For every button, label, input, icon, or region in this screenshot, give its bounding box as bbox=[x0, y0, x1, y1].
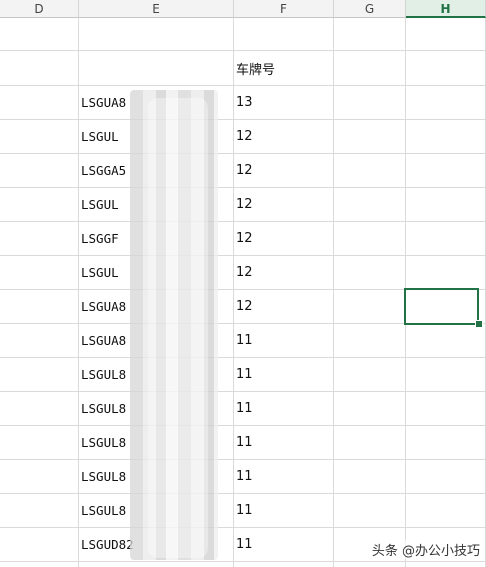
column-header-g[interactable]: G bbox=[334, 0, 406, 18]
plate-count-cell[interactable]: 12 bbox=[234, 222, 333, 255]
plate-count-cell[interactable]: 12 bbox=[234, 154, 333, 187]
plate-count-cell[interactable]: 11 bbox=[234, 324, 333, 357]
plate-count-cell[interactable]: 12 bbox=[234, 290, 333, 323]
selected-cell-outline[interactable] bbox=[404, 288, 479, 325]
grid-line bbox=[0, 561, 486, 562]
plate-count-cell[interactable]: 12 bbox=[234, 188, 333, 221]
plate-count-cell[interactable]: 11 bbox=[234, 460, 333, 493]
plate-count-cell[interactable]: 11 bbox=[234, 392, 333, 425]
cell-grid[interactable]: 车牌号 LSGUA8 13 LSGUL 12 LSGGA5 12 LSGUL 1… bbox=[0, 18, 486, 567]
column-header-d[interactable]: D bbox=[0, 0, 79, 18]
plate-count-cell[interactable]: 11 bbox=[234, 528, 333, 561]
plate-count-cell[interactable]: 11 bbox=[234, 358, 333, 391]
plate-count-cell[interactable]: 12 bbox=[234, 256, 333, 289]
plate-count-cell[interactable]: 12 bbox=[234, 120, 333, 153]
column-header-e[interactable]: E bbox=[79, 0, 234, 18]
spreadsheet: D E F G H 车牌号 LSGUA8 13 LSGUL 12 LSGGA5 … bbox=[0, 0, 486, 567]
grid-line bbox=[333, 18, 334, 567]
column-header-f[interactable]: F bbox=[234, 0, 334, 18]
plate-count-cell[interactable]: 13 bbox=[234, 86, 333, 119]
plate-count-cell[interactable]: 11 bbox=[234, 494, 333, 527]
redaction-highlight bbox=[148, 98, 208, 558]
fill-handle[interactable] bbox=[475, 320, 483, 328]
column-header-h[interactable]: H bbox=[406, 0, 486, 18]
watermark-text: 头条 @办公小技巧 bbox=[371, 540, 480, 559]
plate-count-cell[interactable]: 11 bbox=[234, 426, 333, 459]
cell-f-header[interactable]: 车牌号 bbox=[234, 51, 333, 85]
